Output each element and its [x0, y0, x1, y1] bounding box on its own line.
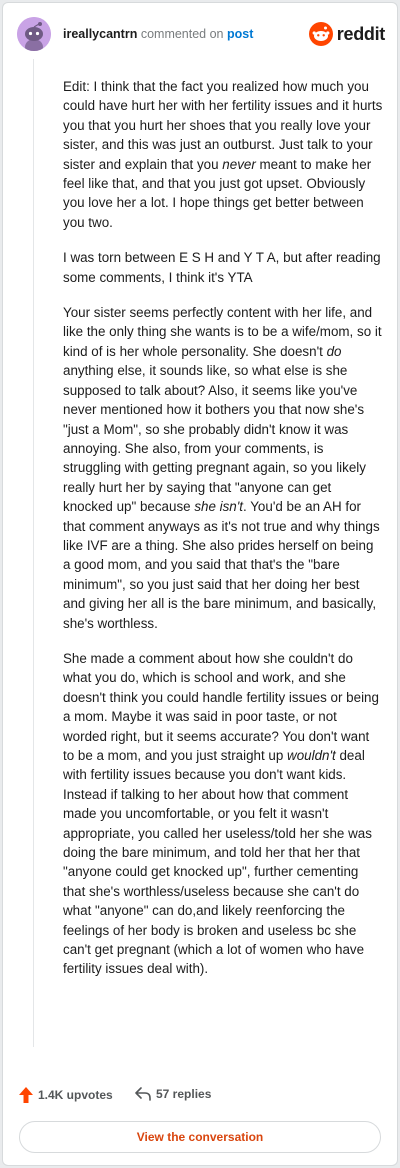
comment-header: ireallycantrn commented on post reddit — [17, 17, 385, 57]
emphasis-text: wouldn't — [287, 748, 336, 763]
action-text: commented on — [140, 27, 224, 41]
comment-text: . You'd be an AH for that comment anyway… — [63, 499, 380, 631]
comment-card: ireallycantrn commented on post reddit E… — [2, 2, 398, 1166]
reddit-wordmark: reddit — [336, 23, 386, 44]
reddit-logo[interactable]: reddit — [308, 21, 386, 47]
thread-line — [33, 59, 34, 1047]
comment-text: She made a comment about how she couldn'… — [63, 650, 379, 763]
reply-count: 57 replies — [156, 1087, 212, 1101]
upvote-button[interactable]: 1.4K upvotes — [19, 1087, 113, 1103]
comment-paragraph: I was torn between E S H and Y T A, but … — [63, 248, 383, 287]
comment-text: I was torn between E S H and Y T A, but … — [63, 250, 381, 285]
comment-paragraph: Edit: I think that the fact you realized… — [63, 77, 383, 232]
username-link[interactable]: ireallycantrn — [63, 27, 137, 41]
post-link[interactable]: post — [227, 27, 253, 41]
upvote-arrow-icon — [19, 1087, 33, 1103]
emphasis-text: do — [326, 343, 342, 359]
reddit-logo-icon — [308, 22, 333, 46]
comment-text: deal with fertility issues because you d… — [63, 748, 372, 977]
comment-footer: 1.4K upvotes 57 replies — [19, 1087, 381, 1107]
reply-button[interactable]: 57 replies — [135, 1087, 211, 1101]
comment-paragraph: She made a comment about how she couldn'… — [63, 649, 383, 979]
reply-arrow-icon — [135, 1087, 151, 1101]
emphasis-text: never — [222, 156, 256, 172]
view-conversation-button[interactable]: View the conversation — [19, 1121, 381, 1153]
comment-body: Edit: I think that the fact you realized… — [63, 77, 383, 995]
snoo-avatar-icon[interactable] — [17, 17, 51, 51]
comment-meta: ireallycantrn commented on post — [63, 27, 253, 41]
emphasis-text: she isn't — [194, 499, 244, 515]
upvote-count: 1.4K upvotes — [38, 1088, 113, 1102]
comment-text: anything else, it sounds like, so what e… — [63, 363, 366, 515]
comment-paragraph: Your sister seems perfectly content with… — [63, 303, 383, 633]
